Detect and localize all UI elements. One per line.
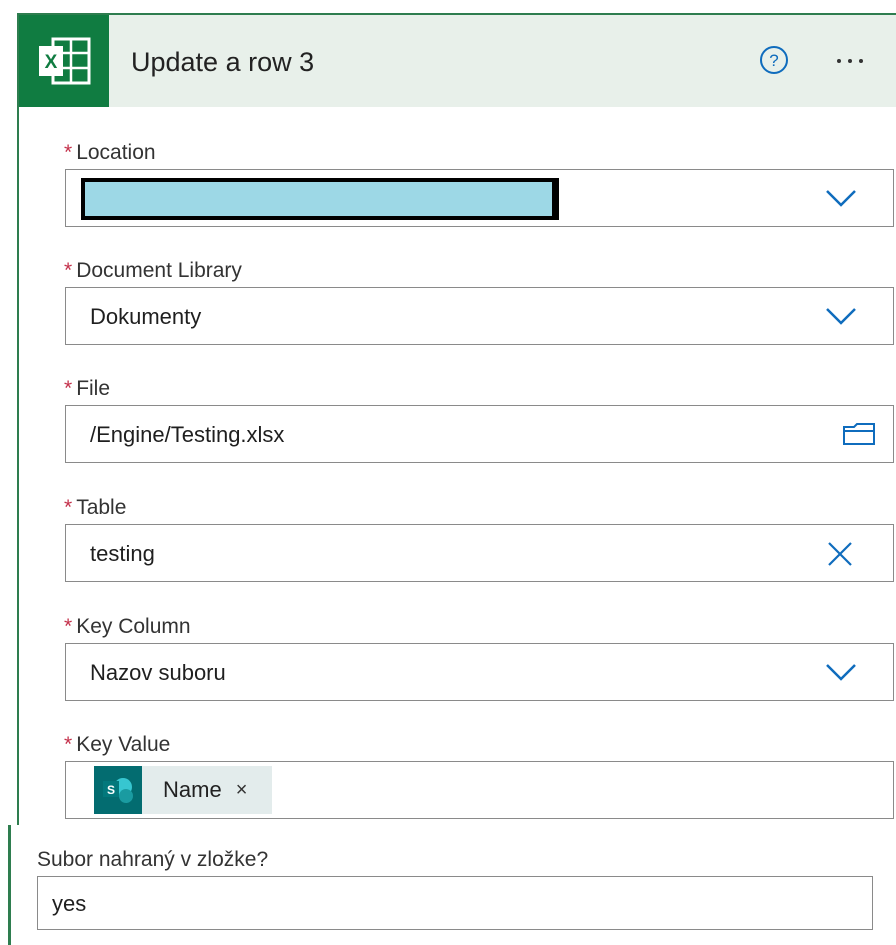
help-icon[interactable]: ? [759,45,789,75]
key-column-dropdown[interactable]: Nazov suboru [65,643,894,701]
action-card: X Update a row 3 ? * Location * Document L… [17,13,896,945]
svg-text:S: S [107,783,115,797]
required-marker: * [64,141,73,164]
location-label: * Location [64,141,156,164]
required-marker: * [64,377,73,400]
required-marker: * [64,259,73,282]
table-value: testing [90,541,155,566]
action-title: Update a row 3 [131,47,315,77]
chevron-down-icon[interactable] [825,188,857,208]
card-header[interactable]: X Update a row 3 ? [19,15,896,107]
key-column-label: * Key Column [64,615,191,638]
table-label: * Table [64,496,127,519]
subor-nahrany-input[interactable]: yes [37,876,873,930]
sharepoint-icon: S [94,766,142,814]
document-library-value: Dokumenty [90,304,202,329]
file-value: /Engine/Testing.xlsx [90,422,285,447]
more-options-icon[interactable] [837,51,877,71]
subor-nahrany-value: yes [52,891,87,916]
excel-icon: X [19,15,109,107]
chevron-down-icon[interactable] [825,662,857,682]
location-dropdown[interactable] [65,169,894,227]
subor-nahrany-section: Subor nahraný v zložke? yes [0,825,896,945]
section-accent-bar [8,825,11,945]
svg-text:?: ? [769,51,778,70]
file-label: * File [64,377,111,400]
document-library-label: * Document Library [64,259,242,282]
clear-icon[interactable] [827,541,853,567]
key-column-value: Nazov suboru [90,660,226,685]
token-label: Name [163,777,222,802]
subor-nahrany-label: Subor nahraný v zložke? [37,848,269,871]
required-marker: * [64,733,73,756]
table-input[interactable]: testing [65,524,894,582]
dynamic-content-token[interactable]: S Name × [94,766,272,814]
key-value-label: * Key Value [64,733,171,756]
required-marker: * [64,615,73,638]
document-library-dropdown[interactable]: Dokumenty [65,287,894,345]
chevron-down-icon[interactable] [825,306,857,326]
key-value-input[interactable]: S Name × [65,761,894,819]
svg-text:X: X [45,52,58,73]
folder-icon[interactable] [842,422,876,446]
required-marker: * [64,496,73,519]
file-input[interactable]: /Engine/Testing.xlsx [65,405,894,463]
redacted-value [81,178,559,220]
remove-token-button[interactable]: × [236,779,248,802]
